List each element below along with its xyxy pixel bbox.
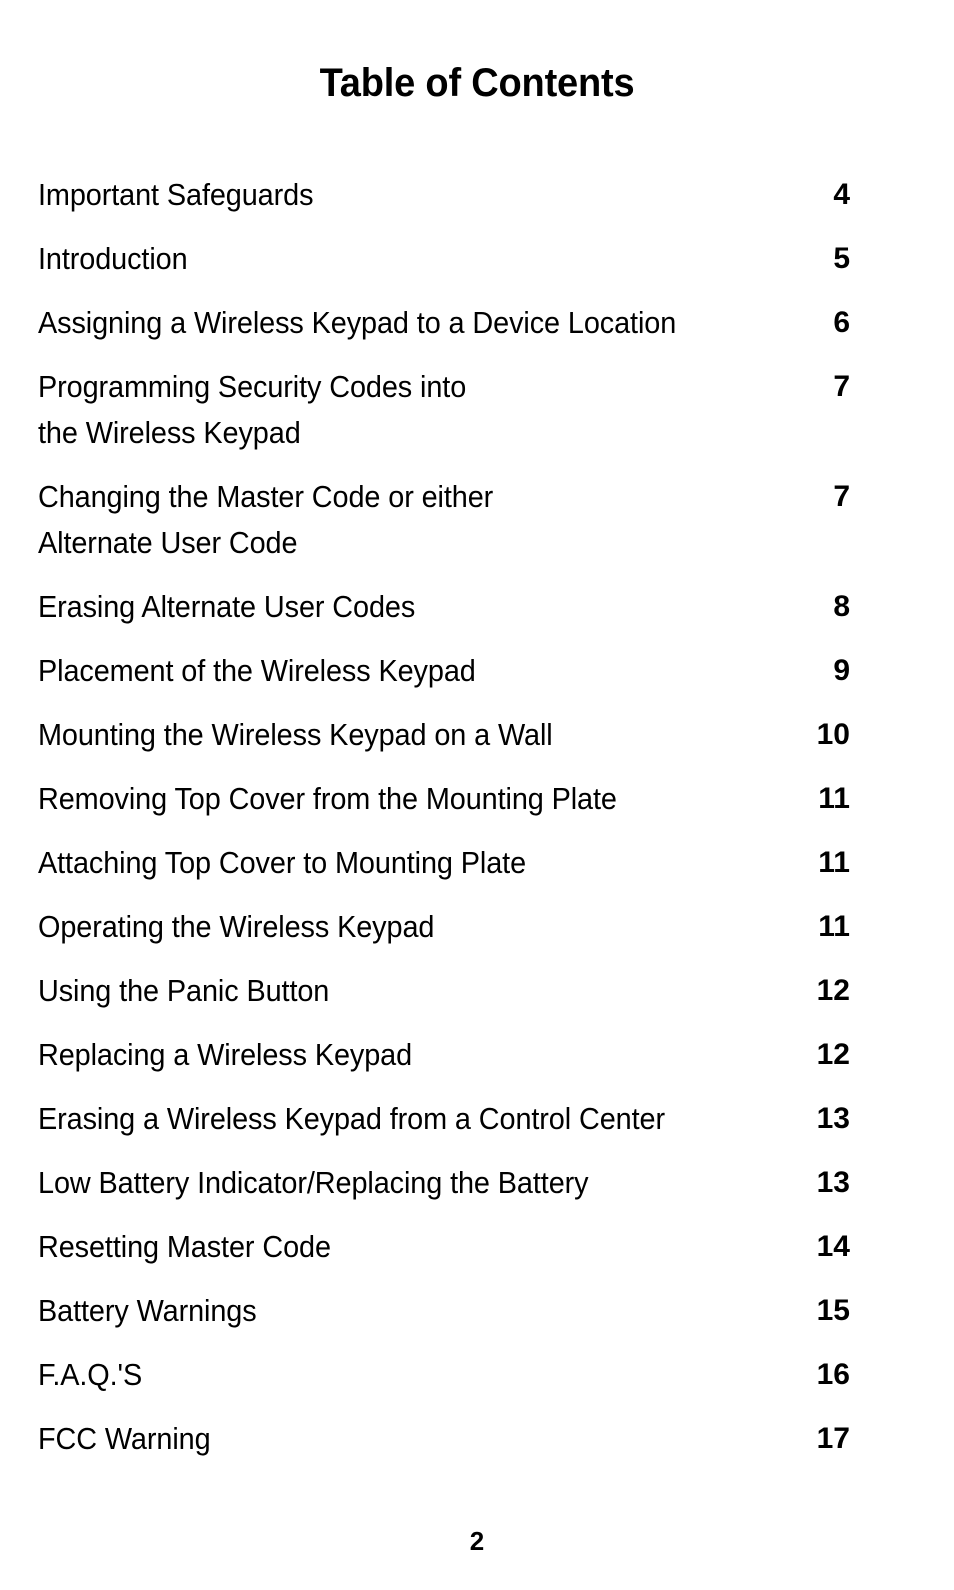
toc-entry-page-number: 11 <box>818 782 850 815</box>
toc-entry[interactable]: Important Safeguards 4 <box>38 172 850 218</box>
footer-page-number: 2 <box>469 1526 485 1556</box>
toc-entry-label: Introduction <box>38 241 188 276</box>
toc-entry-label: Battery Warnings <box>38 1293 257 1328</box>
toc-entry-page-number: 13 <box>816 1102 850 1135</box>
toc-entry-page-number: 10 <box>816 718 850 751</box>
toc-entry[interactable]: Mounting the Wireless Keypad on a Wall 10 <box>38 712 850 758</box>
toc-entry-label: Operating the Wireless Keypad <box>38 909 435 944</box>
toc-entry[interactable]: Attaching Top Cover to Mounting Plate 11 <box>38 840 850 886</box>
toc-entry[interactable]: Erasing Alternate User Codes 8 <box>38 584 850 630</box>
toc-entry-page-number: 7 <box>833 480 850 513</box>
toc-entry-label: Attaching Top Cover to Mounting Plate <box>38 845 527 880</box>
toc-list: Important Safeguards 4 Introduction 5 Assign… <box>38 172 850 1480</box>
toc-entry-label: Erasing a Wireless Keypad from a Control… <box>38 1101 665 1136</box>
toc-entry-page-number: 6 <box>833 306 850 339</box>
toc-entry-page-number: 16 <box>816 1358 850 1391</box>
toc-entry-page-number: 11 <box>818 910 850 943</box>
toc-entry-page-number: 9 <box>833 654 850 687</box>
toc-entry-page-number: 4 <box>833 178 850 211</box>
toc-entry[interactable]: Placement of the Wireless Keypad 9 <box>38 648 850 694</box>
toc-entry-label: Removing Top Cover from the Mounting Pla… <box>38 781 617 816</box>
toc-entry-label: Assigning a Wireless Keypad to a Device … <box>38 305 677 340</box>
toc-entry[interactable]: Removing Top Cover from the Mounting Pla… <box>38 776 850 822</box>
toc-entry-page-number: 14 <box>816 1230 850 1263</box>
toc-entry[interactable]: Changing the Master Code or either Alter… <box>38 474 850 566</box>
toc-entry-label: Using the Panic Button <box>38 973 330 1008</box>
toc-entry-page-number: 7 <box>833 370 850 403</box>
toc-entry[interactable]: Introduction 5 <box>38 236 850 282</box>
toc-entry-label: Low Battery Indicator/Replacing the Batt… <box>38 1165 589 1200</box>
toc-entry[interactable]: Low Battery Indicator/Replacing the Batt… <box>38 1160 850 1206</box>
toc-entry-label: Programming Security Codes into the Wire… <box>38 369 467 450</box>
toc-entry-page-number: 13 <box>816 1166 850 1199</box>
toc-entry-page-number: 12 <box>816 1038 850 1071</box>
toc-entry-label: Placement of the Wireless Keypad <box>38 653 476 688</box>
toc-entry-label: Erasing Alternate User Codes <box>38 589 416 624</box>
toc-entry[interactable]: Erasing a Wireless Keypad from a Control… <box>38 1096 850 1142</box>
toc-entry-page-number: 11 <box>818 846 850 879</box>
toc-entry[interactable]: F.A.Q.'S 16 <box>38 1352 850 1398</box>
toc-entry-label: Resetting Master Code <box>38 1229 331 1264</box>
toc-entry-label: F.A.Q.'S <box>38 1357 143 1392</box>
toc-entry[interactable]: Using the Panic Button 12 <box>38 968 850 1014</box>
toc-entry-label: Important Safeguards <box>38 177 314 212</box>
toc-entry[interactable]: FCC Warning 17 <box>38 1416 850 1462</box>
toc-entry[interactable]: Resetting Master Code 14 <box>38 1224 850 1270</box>
toc-entry-label: Changing the Master Code or either Alter… <box>38 479 494 560</box>
toc-entry[interactable]: Assigning a Wireless Keypad to a Device … <box>38 300 850 346</box>
toc-entry-page-number: 8 <box>833 590 850 623</box>
toc-entry[interactable]: Operating the Wireless Keypad 11 <box>38 904 850 950</box>
toc-entry-label: Replacing a Wireless Keypad <box>38 1037 413 1072</box>
toc-entry[interactable]: Programming Security Codes into the Wire… <box>38 364 850 456</box>
toc-entry-page-number: 5 <box>833 242 850 275</box>
toc-entry[interactable]: Replacing a Wireless Keypad 12 <box>38 1032 850 1078</box>
toc-entry-page-number: 15 <box>816 1294 850 1327</box>
page-title: Table of Contents <box>319 61 635 105</box>
toc-entry-label: Mounting the Wireless Keypad on a Wall <box>38 717 553 752</box>
toc-entry-label: FCC Warning <box>38 1421 211 1456</box>
toc-entry-page-number: 12 <box>816 974 850 1007</box>
toc-page: Table of Contents Important Safeguards 4 I… <box>0 0 954 1590</box>
toc-entry-page-number: 17 <box>816 1422 850 1455</box>
toc-entry[interactable]: Battery Warnings 15 <box>38 1288 850 1334</box>
